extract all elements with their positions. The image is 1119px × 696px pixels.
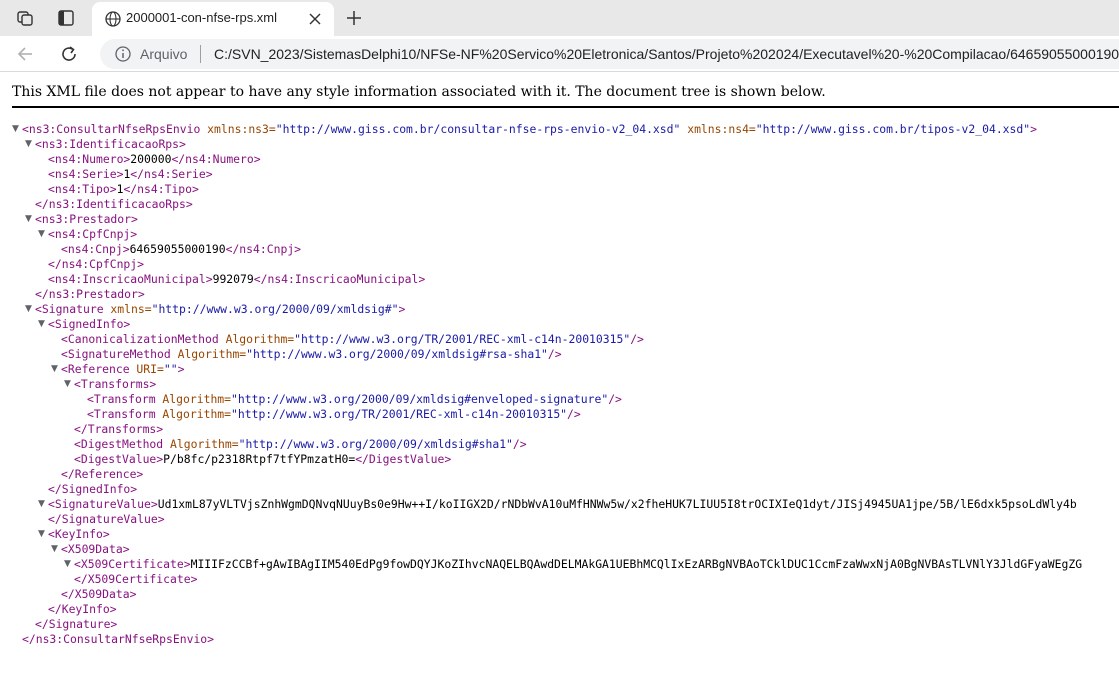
xml-line-digestvalue: <DigestValue>P/b8fc/p2318Rtpf7tfYPmzatH0… [74, 452, 452, 466]
browser-tab-strip: 2000001-con-nfse-rps.xml [0, 0, 1119, 36]
globe-icon [105, 11, 121, 27]
expand-arrow-icon[interactable]: ▼ [38, 317, 45, 332]
expand-arrow-icon[interactable]: ▼ [25, 137, 32, 152]
info-icon[interactable] [114, 45, 132, 63]
omnibox-divider [200, 45, 201, 63]
navigation-bar: Arquivo C:/SVN_2023/SistemasDelphi10/NFS… [0, 36, 1119, 72]
expand-arrow-icon[interactable]: ▼ [64, 557, 71, 572]
tab-actions-icon[interactable] [55, 7, 77, 29]
expand-arrow-icon[interactable]: ▼ [38, 497, 45, 512]
expand-arrow-icon[interactable]: ▼ [64, 377, 71, 392]
xml-line-digestmethod: <DigestMethod Algorithm="http://www.w3.o… [74, 437, 527, 451]
xml-line-cnpj: <ns4:Cnpj>64659055000190</ns4:Cnpj> [61, 242, 302, 256]
reload-icon[interactable] [56, 41, 82, 67]
xml-line-prestador-close: </ns3:Prestador> [35, 287, 145, 301]
xml-line-cpfcnpj-close: </ns4:CpfCnpj> [48, 257, 145, 271]
xml-line-numero: <ns4:Numero>200000</ns4:Numero> [48, 152, 261, 166]
xml-line-reference-close: </Reference> [61, 467, 144, 481]
xml-line-keyinfo-open: <KeyInfo> [48, 527, 110, 541]
xml-line-transform-2: <Transform Algorithm="http://www.w3.org/… [87, 407, 581, 421]
xml-line-signedinfo-open: <SignedInfo> [48, 317, 131, 331]
xml-line-cpfcnpj-open: <ns4:CpfCnpj> [48, 227, 138, 241]
xml-line-inscricao: <ns4:InscricaoMunicipal>992079</ns4:Insc… [48, 272, 426, 286]
xml-line-root-close: </ns3:ConsultarNfseRpsEnvio> [22, 632, 215, 646]
expand-arrow-icon[interactable]: ▼ [25, 212, 32, 227]
url-text[interactable]: C:/SVN_2023/SistemasDelphi10/NFSe-NF%20S… [214, 46, 1119, 62]
xml-line-signedinfo-close: </SignedInfo> [48, 482, 138, 496]
address-bar[interactable]: Arquivo C:/SVN_2023/SistemasDelphi10/NFS… [100, 39, 1119, 69]
xml-line-tipo: <ns4:Tipo>1</ns4:Tipo> [48, 182, 199, 196]
xml-line-x509certificate-close: </X509Certificate> [74, 572, 198, 586]
expand-arrow-icon[interactable]: ▼ [38, 527, 45, 542]
plus-icon[interactable] [343, 7, 365, 29]
expand-arrow-icon[interactable]: ▼ [12, 122, 19, 137]
xml-line-x509certificate: <X509Certificate>MIIIFzCCBf+gAwIBAgIIM54… [74, 557, 1083, 571]
expand-arrow-icon[interactable]: ▼ [38, 227, 45, 242]
xml-line-keyinfo-close: </KeyInfo> [48, 602, 117, 616]
xml-line-signaturevalue: <SignatureValue>Ud1xmL87yVLTVjsZnhWgmDQN… [48, 497, 1077, 511]
xml-line-prestador-open: <ns3:Prestador> [35, 212, 138, 226]
xml-info-banner: This XML file does not appear to have an… [12, 84, 1119, 108]
omnibox-label: Arquivo [140, 46, 188, 62]
expand-arrow-icon[interactable]: ▼ [51, 362, 58, 377]
xml-line-ident-open: <ns3:IdentificacaoRps> [35, 137, 186, 151]
xml-line-serie: <ns4:Serie>1</ns4:Serie> [48, 167, 213, 181]
expand-arrow-icon[interactable]: ▼ [51, 542, 58, 557]
xml-line-transform-1: <Transform Algorithm="http://www.w3.org/… [87, 392, 622, 406]
xml-line-canonicalization: <CanonicalizationMethod Algorithm="http:… [61, 332, 644, 346]
expand-arrow-icon[interactable]: ▼ [25, 302, 32, 317]
xml-line-ident-close: </ns3:IdentificacaoRps> [35, 197, 193, 211]
xml-line-x509data-close: </X509Data> [61, 587, 137, 601]
xml-line-transforms-open: <Transforms> [74, 377, 157, 391]
xml-line-signature-open: <Signature xmlns="http://www.w3.org/2000… [35, 302, 406, 316]
xml-line-transforms-close: </Transforms> [74, 422, 164, 436]
close-icon[interactable] [306, 10, 324, 28]
back-arrow-icon[interactable] [12, 41, 38, 67]
active-tab[interactable]: 2000001-con-nfse-rps.xml [92, 2, 334, 36]
xml-line-signature-close: </Signature> [35, 617, 118, 631]
xml-line-signaturevalue-close: </SignatureValue> [48, 512, 165, 526]
xml-line-x509data-open: <X509Data> [61, 542, 130, 556]
workspaces-icon[interactable] [14, 7, 36, 29]
xml-line-root-open: <ns3:ConsultarNfseRpsEnvio xmlns:ns3="ht… [22, 122, 1037, 136]
xml-line-signaturemethod: <SignatureMethod Algorithm="http://www.w… [61, 347, 562, 361]
tab-title: 2000001-con-nfse-rps.xml [126, 10, 278, 25]
xml-line-reference-open: <Reference URI=""> [61, 362, 185, 376]
